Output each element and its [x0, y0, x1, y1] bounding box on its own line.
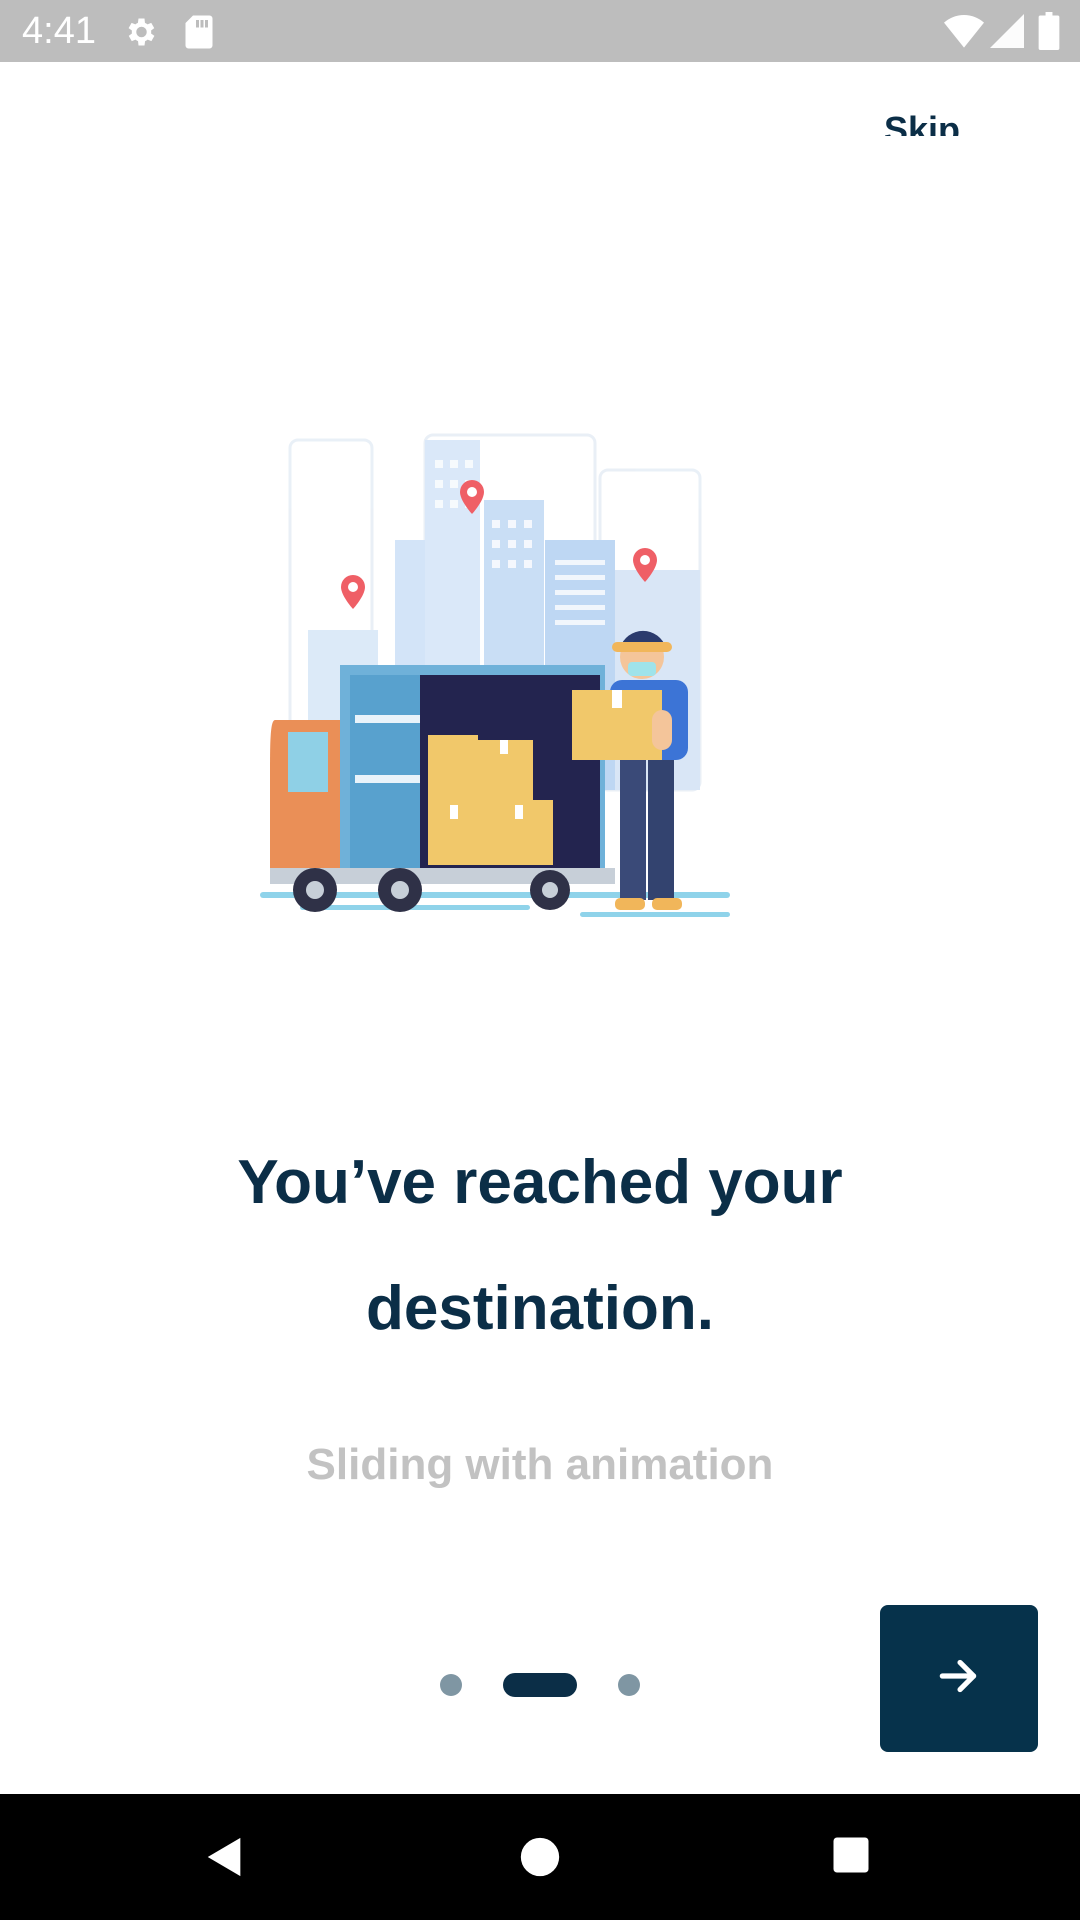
onboarding-screen: 4:41 Skip You’ve reached your destinatio… — [0, 0, 1080, 1920]
gear-icon — [122, 14, 158, 55]
recents-icon[interactable] — [830, 1834, 872, 1881]
navigation-bar — [0, 1794, 1080, 1920]
status-time: 4:41 — [22, 10, 96, 52]
wifi-icon — [944, 14, 984, 53]
next-button[interactable] — [880, 1605, 1038, 1752]
sd-card-icon — [184, 14, 214, 55]
onboarding-title: You’ve reached your destination. — [237, 1148, 843, 1343]
page-dot-3 — [618, 1674, 640, 1696]
signal-icon — [990, 14, 1024, 53]
skip-button[interactable]: Skip — [884, 110, 960, 137]
status-bar: 4:41 — [0, 0, 1080, 62]
battery-icon — [1038, 12, 1060, 55]
page-dot-2-active — [503, 1673, 577, 1697]
onboarding-subtitle: Sliding with animation — [306, 1440, 774, 1489]
skip-container: Skip — [860, 104, 1000, 137]
arrow-right-icon — [934, 1651, 984, 1706]
delivery-illustration — [260, 420, 740, 940]
page-dot-1 — [440, 1674, 462, 1696]
home-icon[interactable] — [517, 1834, 563, 1885]
back-icon[interactable] — [202, 1834, 248, 1885]
